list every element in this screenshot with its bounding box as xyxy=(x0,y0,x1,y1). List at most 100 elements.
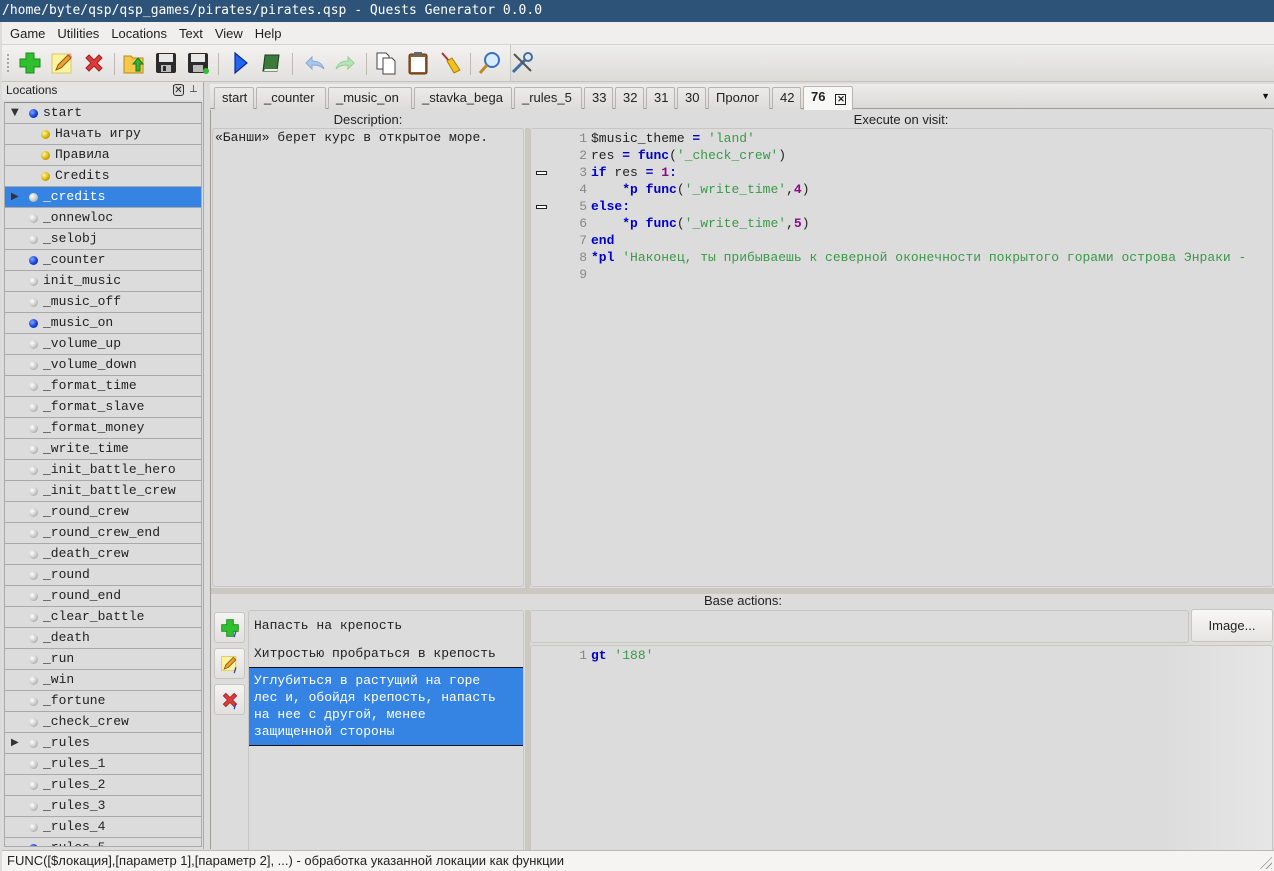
tab-Пролог[interactable]: Пролог xyxy=(708,87,770,109)
location-item[interactable]: _rules_2 xyxy=(5,775,201,796)
collapsed-arrow-icon[interactable]: ▶ xyxy=(11,187,19,207)
menu-game[interactable]: Game xyxy=(2,22,51,45)
tab-_music_on[interactable]: _music_on xyxy=(328,87,412,109)
code-token: gt xyxy=(591,648,607,663)
location-label: _init_battle_crew xyxy=(43,483,176,498)
description-textarea[interactable]: «Банши» берет курс в открытое море. xyxy=(212,128,524,587)
location-item[interactable]: _volume_up xyxy=(5,334,201,355)
location-item[interactable]: _rules_1 xyxy=(5,754,201,775)
location-item[interactable]: Начать игру xyxy=(5,124,201,145)
paste-button[interactable] xyxy=(404,49,432,77)
settings-button[interactable] xyxy=(508,49,536,77)
tab-_stavka_bega[interactable]: _stavka_bega xyxy=(414,87,512,109)
tab-76[interactable]: 76 ✕ xyxy=(803,86,853,110)
location-item[interactable]: _counter xyxy=(5,250,201,271)
pin-dock-icon[interactable]: ⊥ xyxy=(188,84,199,96)
location-item[interactable]: _write_time xyxy=(5,439,201,460)
gray-dot-icon xyxy=(29,445,38,454)
location-item[interactable]: _music_off xyxy=(5,292,201,313)
action-item[interactable]: Напасть на крепость xyxy=(249,611,523,639)
location-item[interactable]: _rules_3 xyxy=(5,796,201,817)
action-item[interactable]: Углубиться в растущий на горе лес и, обо… xyxy=(249,667,523,746)
code-token: ( xyxy=(676,182,685,197)
open-game-button[interactable] xyxy=(120,49,148,77)
location-item[interactable]: _win xyxy=(5,670,201,691)
location-item[interactable]: _rules_5 xyxy=(5,838,201,846)
tab-42[interactable]: 42 xyxy=(772,87,801,109)
location-item[interactable]: init_music xyxy=(5,271,201,292)
location-item[interactable]: _clear_battle xyxy=(5,607,201,628)
location-item[interactable]: _format_money xyxy=(5,418,201,439)
help-book-button[interactable] xyxy=(258,49,286,77)
location-item[interactable]: ▶ _rules xyxy=(5,733,201,754)
action-image-field[interactable] xyxy=(530,610,1189,643)
delete-action-button[interactable] xyxy=(214,684,245,715)
add-action-button[interactable] xyxy=(214,612,245,643)
tab-label: 33 xyxy=(592,90,607,105)
action-code-editor[interactable]: 1 gt '188' xyxy=(530,645,1273,869)
tab-start[interactable]: start xyxy=(214,87,254,109)
location-item[interactable]: _volume_down xyxy=(5,355,201,376)
location-item[interactable]: _music_on xyxy=(5,313,201,334)
menu-utilities[interactable]: Utilities xyxy=(51,22,105,45)
close-dock-icon[interactable]: ✕ xyxy=(173,84,184,96)
location-item[interactable]: Правила xyxy=(5,145,201,166)
tab-31[interactable]: 31 xyxy=(646,87,675,109)
tab-32[interactable]: 32 xyxy=(615,87,644,109)
menu-text[interactable]: Text xyxy=(173,22,209,45)
action-item[interactable]: Хитростью пробраться в крепость xyxy=(249,639,523,667)
tab-30[interactable]: 30 xyxy=(677,87,706,109)
copy-button[interactable] xyxy=(372,49,400,77)
tab-_rules_5[interactable]: _rules_5 xyxy=(514,87,582,109)
create-location-button[interactable] xyxy=(16,49,44,77)
toolbar-separator xyxy=(218,53,219,75)
location-item[interactable]: ▶ _credits xyxy=(5,187,201,208)
tab-_counter[interactable]: _counter xyxy=(256,87,326,109)
location-item[interactable]: _round xyxy=(5,565,201,586)
location-item[interactable]: _round_end xyxy=(5,586,201,607)
menu-help[interactable]: Help xyxy=(249,22,288,45)
code-text: *p func('_write_time',5) xyxy=(591,215,809,232)
location-item[interactable]: Credits xyxy=(5,166,201,187)
execute-code-editor[interactable]: 1 $music_theme = 'land' 2 res = func('_chec… xyxy=(530,128,1273,587)
rename-location-button[interactable] xyxy=(48,49,76,77)
locations-tree[interactable]: ▼ start Начать игру Правила Credits ▶ _credits… xyxy=(4,102,202,847)
location-item[interactable]: _init_battle_crew xyxy=(5,481,201,502)
location-item[interactable]: _run xyxy=(5,649,201,670)
location-item[interactable]: _round_crew_end xyxy=(5,523,201,544)
location-item[interactable]: _fortune xyxy=(5,691,201,712)
save-game-as-button[interactable] xyxy=(184,49,212,77)
location-item[interactable]: _onnewloc xyxy=(5,208,201,229)
toolbar-grip[interactable] xyxy=(7,53,9,74)
tab-33[interactable]: 33 xyxy=(584,87,613,109)
delete-location-button[interactable] xyxy=(80,49,108,77)
location-item[interactable]: _rules_4 xyxy=(5,817,201,838)
run-game-button[interactable] xyxy=(226,49,254,77)
location-item[interactable]: _init_battle_hero xyxy=(5,460,201,481)
location-item[interactable]: _selobj xyxy=(5,229,201,250)
search-button[interactable] xyxy=(476,49,504,77)
expanded-arrow-icon[interactable]: ▼ xyxy=(11,103,19,123)
location-item[interactable]: _format_slave xyxy=(5,397,201,418)
save-game-button[interactable] xyxy=(152,49,180,77)
code-token: else xyxy=(591,199,623,214)
location-item[interactable]: _death xyxy=(5,628,201,649)
resize-grip[interactable] xyxy=(1258,855,1272,869)
undo-button[interactable] xyxy=(300,49,328,77)
collapsed-arrow-icon[interactable]: ▶ xyxy=(11,733,19,753)
location-item[interactable]: _check_crew xyxy=(5,712,201,733)
location-item[interactable]: _format_time xyxy=(5,376,201,397)
location-item[interactable]: _death_crew xyxy=(5,544,201,565)
rename-action-button[interactable] xyxy=(214,648,245,679)
image-button[interactable]: Image... xyxy=(1191,609,1273,642)
location-label: _selobj xyxy=(43,231,98,246)
location-item[interactable]: ▼ start xyxy=(5,103,201,124)
location-item[interactable]: _round_crew xyxy=(5,502,201,523)
menu-locations[interactable]: Locations xyxy=(105,22,173,45)
tab-list-menu-icon[interactable]: ▼ xyxy=(1261,91,1270,101)
redo-button[interactable] xyxy=(332,49,360,77)
actions-list[interactable]: Напасть на крепость Хитростью пробраться … xyxy=(248,610,524,869)
clear-button[interactable] xyxy=(436,49,464,77)
menu-view[interactable]: View xyxy=(209,22,249,45)
close-tab-icon[interactable]: ✕ xyxy=(835,94,847,105)
